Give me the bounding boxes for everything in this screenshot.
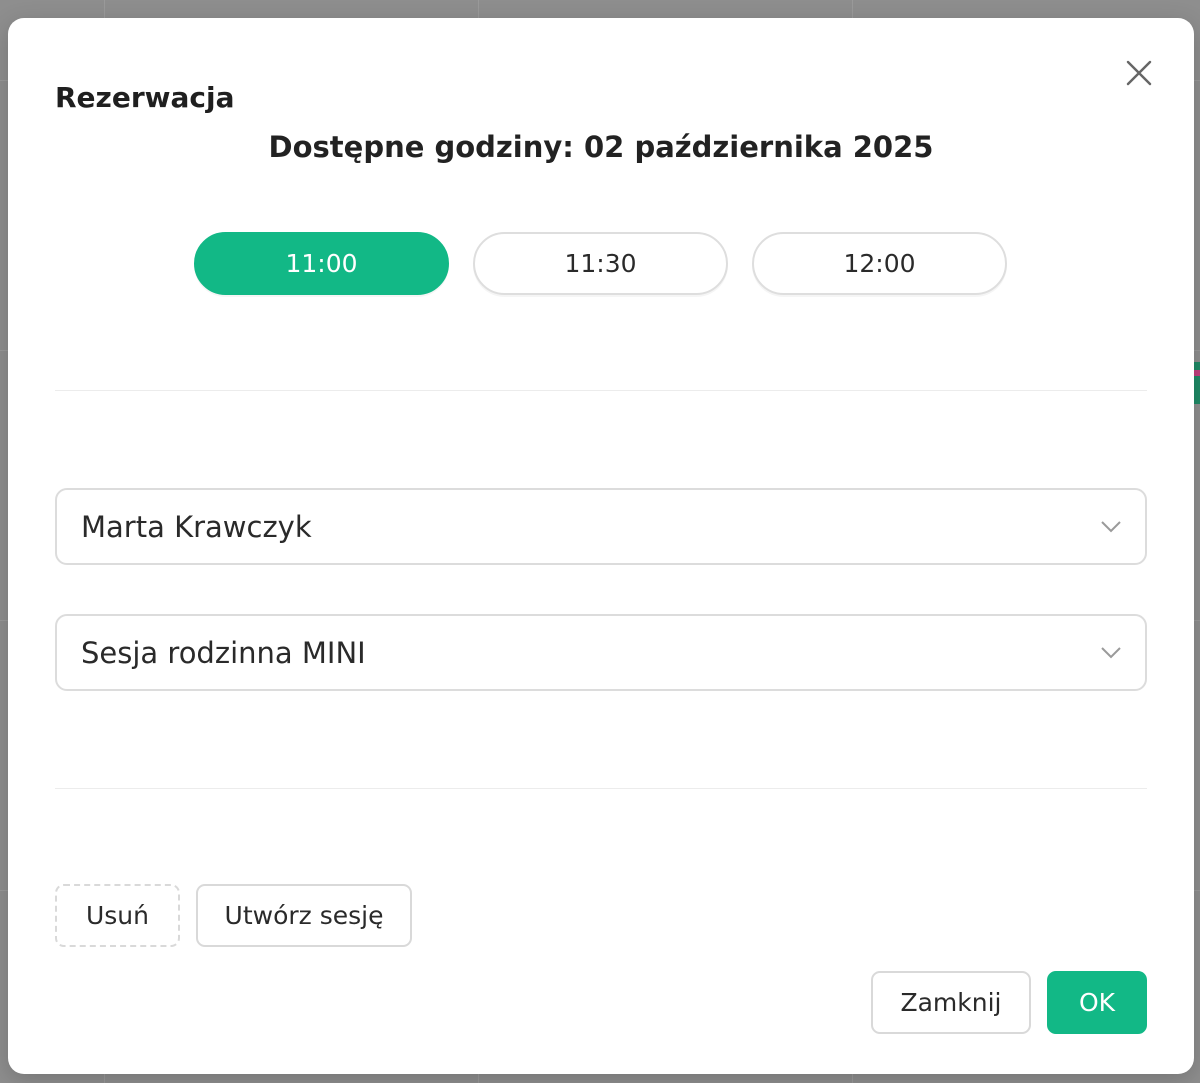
create-session-button[interactable]: Utwórz sesję (196, 884, 412, 947)
divider-bottom (55, 788, 1147, 789)
chevron-down-icon (1099, 515, 1123, 539)
divider-top (55, 390, 1147, 391)
session-type-select[interactable]: Sesja rodzinna MINI (55, 614, 1147, 691)
session-select-value: Sesja rodzinna MINI (81, 635, 366, 670)
close-icon (1125, 59, 1153, 87)
modal-close-button[interactable] (1120, 54, 1158, 92)
background-event-marker (1194, 362, 1200, 404)
time-slot-1130[interactable]: 11:30 (473, 232, 728, 295)
ok-button[interactable]: OK (1047, 971, 1147, 1034)
time-slot-1200[interactable]: 12:00 (752, 232, 1007, 295)
client-select-value: Marta Krawczyk (81, 509, 312, 544)
delete-button[interactable]: Usuń (55, 884, 180, 947)
time-slot-group: 11:00 11:30 12:00 (194, 232, 1007, 295)
close-button[interactable]: Zamknij (871, 971, 1031, 1034)
client-select[interactable]: Marta Krawczyk (55, 488, 1147, 565)
time-slot-1100[interactable]: 11:00 (194, 232, 449, 295)
availability-heading: Dostępne godziny: 02 października 2025 (268, 130, 934, 164)
chevron-down-icon (1099, 641, 1123, 665)
modal-title: Rezerwacja (55, 81, 235, 114)
reservation-modal: Rezerwacja Dostępne godziny: 02 paździer… (8, 18, 1194, 1074)
